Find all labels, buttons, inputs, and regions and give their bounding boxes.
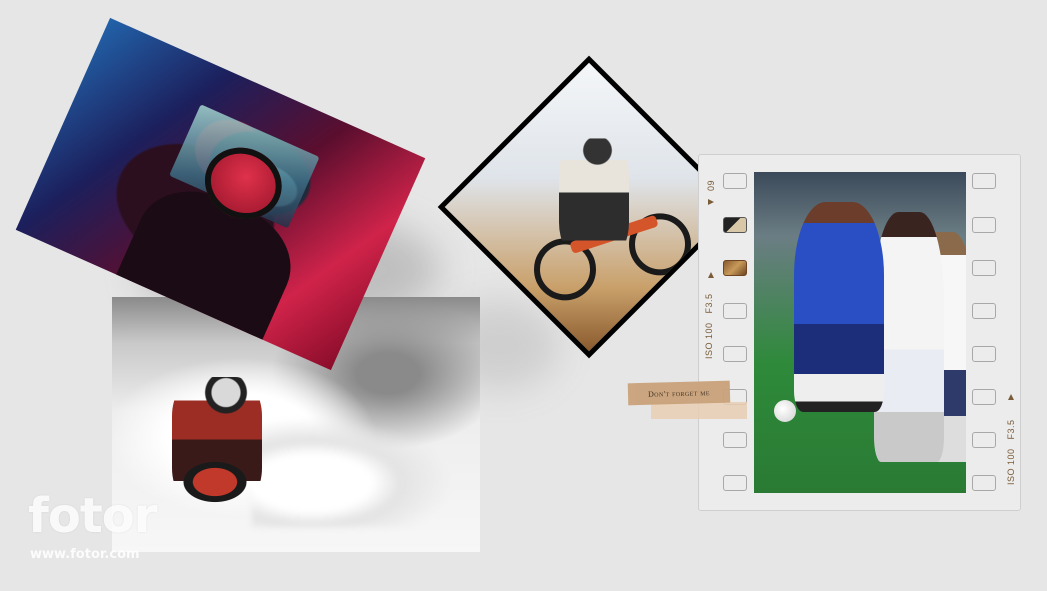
film-arrow-icon — [1008, 394, 1014, 400]
film-hole — [972, 432, 996, 448]
film-hole — [723, 475, 747, 491]
film-hole-thumbnail — [723, 217, 747, 233]
film-hole — [723, 432, 747, 448]
film-hole — [972, 389, 996, 405]
film-hole — [972, 475, 996, 491]
tape-label[interactable]: Don't forget me — [627, 380, 731, 406]
film-hole — [972, 217, 996, 233]
soccer-player — [874, 212, 944, 462]
motocross-bike — [160, 447, 270, 517]
film-hole — [972, 173, 996, 189]
mountain-biker — [559, 138, 629, 259]
film-hole — [972, 346, 996, 362]
film-arrow-icon — [708, 272, 714, 278]
film-hole — [723, 346, 747, 362]
film-hole-thumbnail — [723, 260, 747, 276]
tape-strip — [651, 402, 747, 419]
soccer-ball — [774, 400, 796, 422]
film-exposure-label-left: ISO 100 F3.5 — [704, 293, 714, 359]
film-arrow-icon — [708, 199, 714, 205]
soccer-photo[interactable] — [754, 172, 966, 493]
film-exposure-label-right: ISO 100 F3.5 — [1006, 419, 1016, 485]
film-frame-number: 09 — [706, 179, 716, 191]
fotor-logo: fotor — [28, 488, 157, 544]
snow-spray — [252, 417, 452, 527]
collage-canvas: 09 ISO 100 F3.5 ISO 100 F3.5 Don't forge… — [0, 0, 1047, 591]
film-hole — [723, 303, 747, 319]
soccer-player — [794, 202, 884, 412]
film-hole — [972, 303, 996, 319]
film-hole — [972, 260, 996, 276]
tape-label-text: Don't forget me — [647, 387, 711, 399]
fotor-url: www.fotor.com — [30, 547, 140, 562]
film-hole — [723, 173, 747, 189]
